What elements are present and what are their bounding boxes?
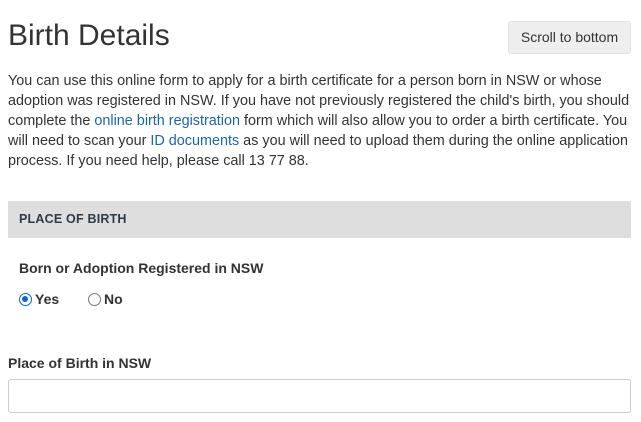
page-header: Birth Details Scroll to bottom <box>8 18 631 58</box>
place-of-birth-label: Place of Birth in NSW <box>8 355 152 371</box>
radio-yes-circle[interactable] <box>19 293 32 306</box>
scroll-to-bottom-button[interactable]: Scroll to bottom <box>508 21 631 54</box>
online-birth-registration-link[interactable]: online birth registration <box>94 113 240 129</box>
place-of-birth-input[interactable] <box>8 379 631 413</box>
radio-no-circle[interactable] <box>88 293 101 306</box>
section-title: PLACE OF BIRTH <box>19 212 127 226</box>
radio-yes-label: Yes <box>35 291 60 307</box>
id-documents-link[interactable]: ID documents <box>150 133 239 149</box>
place-of-birth-section-header: PLACE OF BIRTH <box>8 201 631 238</box>
birth-details-page: Birth Details Scroll to bottom You can u… <box>0 0 641 422</box>
intro-paragraph: You can use this online form to apply fo… <box>8 71 633 171</box>
page-title: Birth Details <box>8 19 170 52</box>
radio-no-label: No <box>104 291 123 307</box>
born-in-nsw-label: Born or Adoption Registered in NSW <box>19 260 264 276</box>
